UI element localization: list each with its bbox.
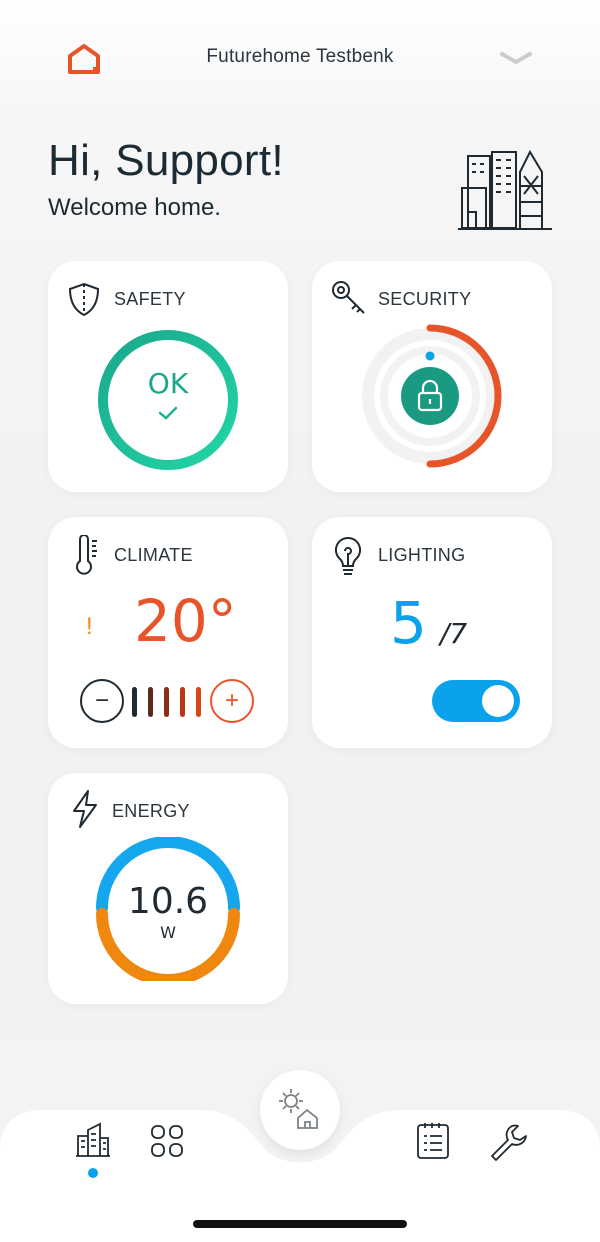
mode-button[interactable] — [260, 1070, 340, 1150]
temperature-increase-button[interactable]: + — [210, 679, 254, 723]
city-buildings-icon — [458, 146, 552, 232]
grid-icon[interactable] — [150, 1124, 184, 1158]
safety-status-ring — [96, 328, 240, 472]
shield-icon — [66, 281, 102, 317]
safety-status-text: OK — [147, 367, 189, 400]
lightbulb-icon — [332, 535, 364, 577]
thermometer-icon — [74, 534, 100, 575]
sun-home-icon — [279, 1089, 318, 1129]
lock-icon — [416, 379, 444, 413]
energy-label: ENERGY — [112, 801, 190, 821]
security-label: SECURITY — [378, 289, 472, 309]
lights-on-count: 5 — [390, 589, 427, 657]
safety-card[interactable]: SAFETY OK — [48, 261, 288, 492]
climate-card[interactable]: CLIMATE ! 20° − + — [48, 517, 288, 748]
list-icon[interactable] — [416, 1122, 450, 1160]
energy-unit: W — [160, 923, 176, 942]
safety-label: SAFETY — [114, 289, 186, 309]
key-icon — [330, 279, 368, 317]
temperature-level-bars — [132, 687, 208, 717]
lighting-label: LIGHTING — [378, 545, 466, 565]
climate-temperature: 20° — [134, 587, 237, 655]
security-card[interactable]: SECURITY — [312, 261, 552, 492]
lightning-bolt-icon — [70, 789, 100, 829]
energy-card[interactable]: ENERGY 10.6 W — [48, 773, 288, 1004]
climate-warning-icon: ! — [86, 613, 93, 640]
lighting-card[interactable]: LIGHTING 5 /7 — [312, 517, 552, 748]
greeting-subtitle: Welcome home. — [48, 194, 221, 221]
lights-total-count: /7 — [440, 617, 468, 650]
toggle-knob — [482, 685, 514, 717]
wrench-icon[interactable] — [488, 1122, 528, 1162]
lights-toggle[interactable] — [432, 680, 520, 722]
chevron-down-icon[interactable] — [500, 50, 532, 66]
home-icon[interactable] — [76, 1122, 110, 1158]
temperature-decrease-button[interactable]: − — [80, 679, 124, 723]
home-active-dot — [88, 1168, 98, 1178]
greeting-title: Hi, Support! — [48, 136, 284, 185]
climate-label: CLIMATE — [114, 545, 193, 565]
checkmark-icon — [157, 405, 179, 421]
energy-value: 10.6 — [127, 881, 209, 922]
home-indicator-bar — [193, 1220, 407, 1228]
